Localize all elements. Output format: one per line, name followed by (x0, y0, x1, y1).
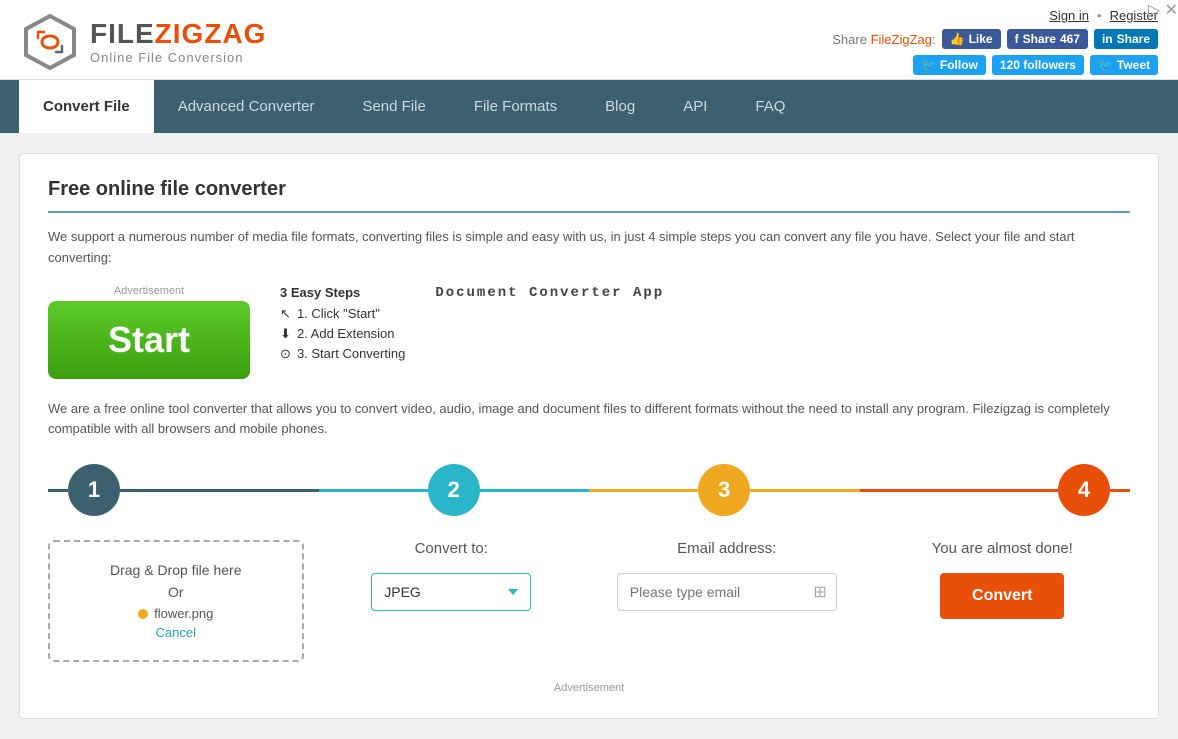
twitter-tweet-icon: 🐦 (1098, 58, 1113, 72)
step-1-segment: 1 (48, 464, 319, 516)
nav-blog[interactable]: Blog (581, 80, 659, 133)
nav-faq[interactable]: FAQ (731, 80, 809, 133)
step-1-content: Drag & Drop file here Or flower.png Canc… (48, 540, 304, 662)
twitter-icon: 🐦 (921, 58, 936, 72)
ad-steps-block: 3 Easy Steps ↖ 1. Click "Start" ⬇ 2. Add… (280, 285, 405, 362)
step-4-content: You are almost done! Convert (875, 540, 1131, 619)
ad-label-top: Advertisement (48, 285, 250, 297)
ad-step2: 2. Add Extension (297, 326, 395, 341)
twitter-followers-button[interactable]: 120 followers (992, 55, 1084, 75)
nav-send-file[interactable]: Send File (338, 80, 449, 133)
step-2-segment: 2 (319, 464, 590, 516)
ad-start-button[interactable]: Start (48, 301, 250, 379)
facebook-like-button[interactable]: 👍 Like (942, 29, 1001, 49)
brand-link[interactable]: FileZigZag (871, 32, 932, 47)
ad-close-button[interactable]: ▷ ✕ (1148, 0, 1178, 20)
logo-file-text: FILE (90, 18, 155, 49)
download-icon: ⬇ (280, 326, 291, 342)
step-1-circle: 1 (68, 464, 120, 516)
body-description: We are a free online tool converter that… (48, 399, 1130, 441)
cancel-upload-link[interactable]: Cancel (66, 625, 286, 640)
format-select[interactable]: JPEG PNG BMP GIF TIFF WebP PDF (371, 573, 531, 611)
step-3-segment: 3 (589, 464, 860, 516)
step-3-circle: 3 (698, 464, 750, 516)
nav-api[interactable]: API (659, 80, 731, 133)
doc-converter-text: Document Converter App (435, 285, 664, 301)
email-envelope-icon: ⊞ (813, 582, 826, 602)
logo-icon (20, 12, 80, 72)
file-dot-icon (138, 609, 148, 619)
main-content: Free online file converter We support a … (19, 153, 1159, 719)
share-label: Share FileZigZag: (832, 32, 935, 47)
nav-file-formats[interactable]: File Formats (450, 80, 581, 133)
logo: FILEZIGZAG Online File Conversion (20, 12, 266, 72)
linkedin-share-button[interactable]: in Share (1094, 29, 1158, 49)
steps-row: 1 2 3 4 (48, 464, 1130, 516)
logo-zigzag-text: ZIGZAG (155, 18, 267, 49)
facebook-share-button[interactable]: f Share 467 (1007, 29, 1088, 49)
step-2-content: Convert to: JPEG PNG BMP GIF TIFF WebP P… (324, 540, 580, 611)
step-2-circle: 2 (428, 464, 480, 516)
step-4-segment: 4 (860, 464, 1131, 516)
step-4-circle: 4 (1058, 464, 1110, 516)
linkedin-icon: in (1102, 32, 1113, 46)
twitter-follow-button[interactable]: 🐦 Follow (913, 55, 986, 75)
convert-to-label: Convert to: (324, 540, 580, 557)
ad-step3: 3. Start Converting (297, 346, 405, 361)
drop-zone-label: Drag & Drop file here (66, 562, 286, 578)
drop-zone[interactable]: Drag & Drop file here Or flower.png Canc… (48, 540, 304, 662)
ad-block: Advertisement Start (48, 285, 250, 379)
thumbs-up-icon: 👍 (950, 32, 965, 46)
ad-bottom-label: Advertisement (48, 682, 1130, 694)
step-content-row: Drag & Drop file here Or flower.png Canc… (48, 540, 1130, 662)
ad-right: ▷ ✕ Document Converter App (435, 285, 1130, 301)
nav-convert-file[interactable]: Convert File (19, 80, 154, 133)
drop-zone-or: Or (66, 584, 286, 600)
nav-advanced-converter[interactable]: Advanced Converter (154, 80, 339, 133)
auth-separator: • (1097, 8, 1102, 23)
facebook-icon: f (1015, 32, 1019, 46)
page-title: Free online file converter (48, 178, 1130, 213)
step-3-content: Email address: ⊞ (599, 540, 855, 611)
sign-in-link[interactable]: Sign in (1049, 8, 1089, 23)
almost-done-label: You are almost done! (875, 540, 1131, 557)
email-input[interactable] (617, 573, 837, 611)
logo-tagline: Online File Conversion (90, 50, 266, 65)
twitter-tweet-button[interactable]: 🐦 Tweet (1090, 55, 1158, 75)
check-icon: ⊙ (280, 346, 291, 362)
page-description: We support a numerous number of media fi… (48, 227, 1130, 269)
ad-steps-title: 3 Easy Steps (280, 285, 405, 300)
ad-step1: 1. Click "Start" (297, 306, 380, 321)
convert-button[interactable]: Convert (940, 573, 1064, 619)
email-label: Email address: (599, 540, 855, 557)
cursor-icon: ↖ (280, 306, 291, 322)
file-name: flower.png (154, 606, 213, 621)
